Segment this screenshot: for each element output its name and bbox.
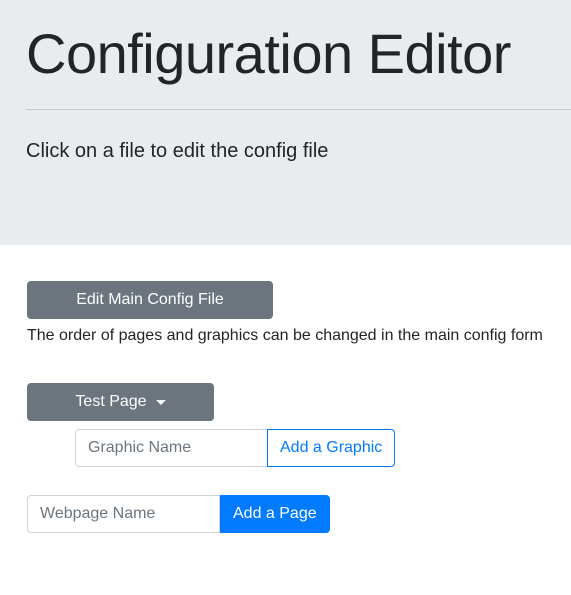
- add-page-button[interactable]: Add a Page: [220, 495, 330, 533]
- page-dropdown-button[interactable]: Test Page: [27, 383, 214, 421]
- graphic-name-input[interactable]: [75, 429, 268, 467]
- add-graphic-group: Add a Graphic: [75, 429, 396, 467]
- add-graphic-button[interactable]: Add a Graphic: [267, 429, 396, 467]
- edit-main-config-button[interactable]: Edit Main Config File: [27, 281, 273, 319]
- caret-down-icon: [155, 399, 166, 405]
- help-text: The order of pages and graphics can be c…: [27, 327, 543, 344]
- header-jumbotron: Configuration Editor Click on a file to …: [0, 0, 571, 245]
- header-lead-text: Click on a file to edit the config file: [26, 140, 329, 162]
- add-page-group: Add a Page: [27, 495, 330, 533]
- page-dropdown-label: Test Page: [75, 393, 147, 410]
- webpage-name-input[interactable]: [27, 495, 220, 533]
- header-divider: [26, 109, 571, 110]
- page-title: Configuration Editor: [26, 22, 511, 85]
